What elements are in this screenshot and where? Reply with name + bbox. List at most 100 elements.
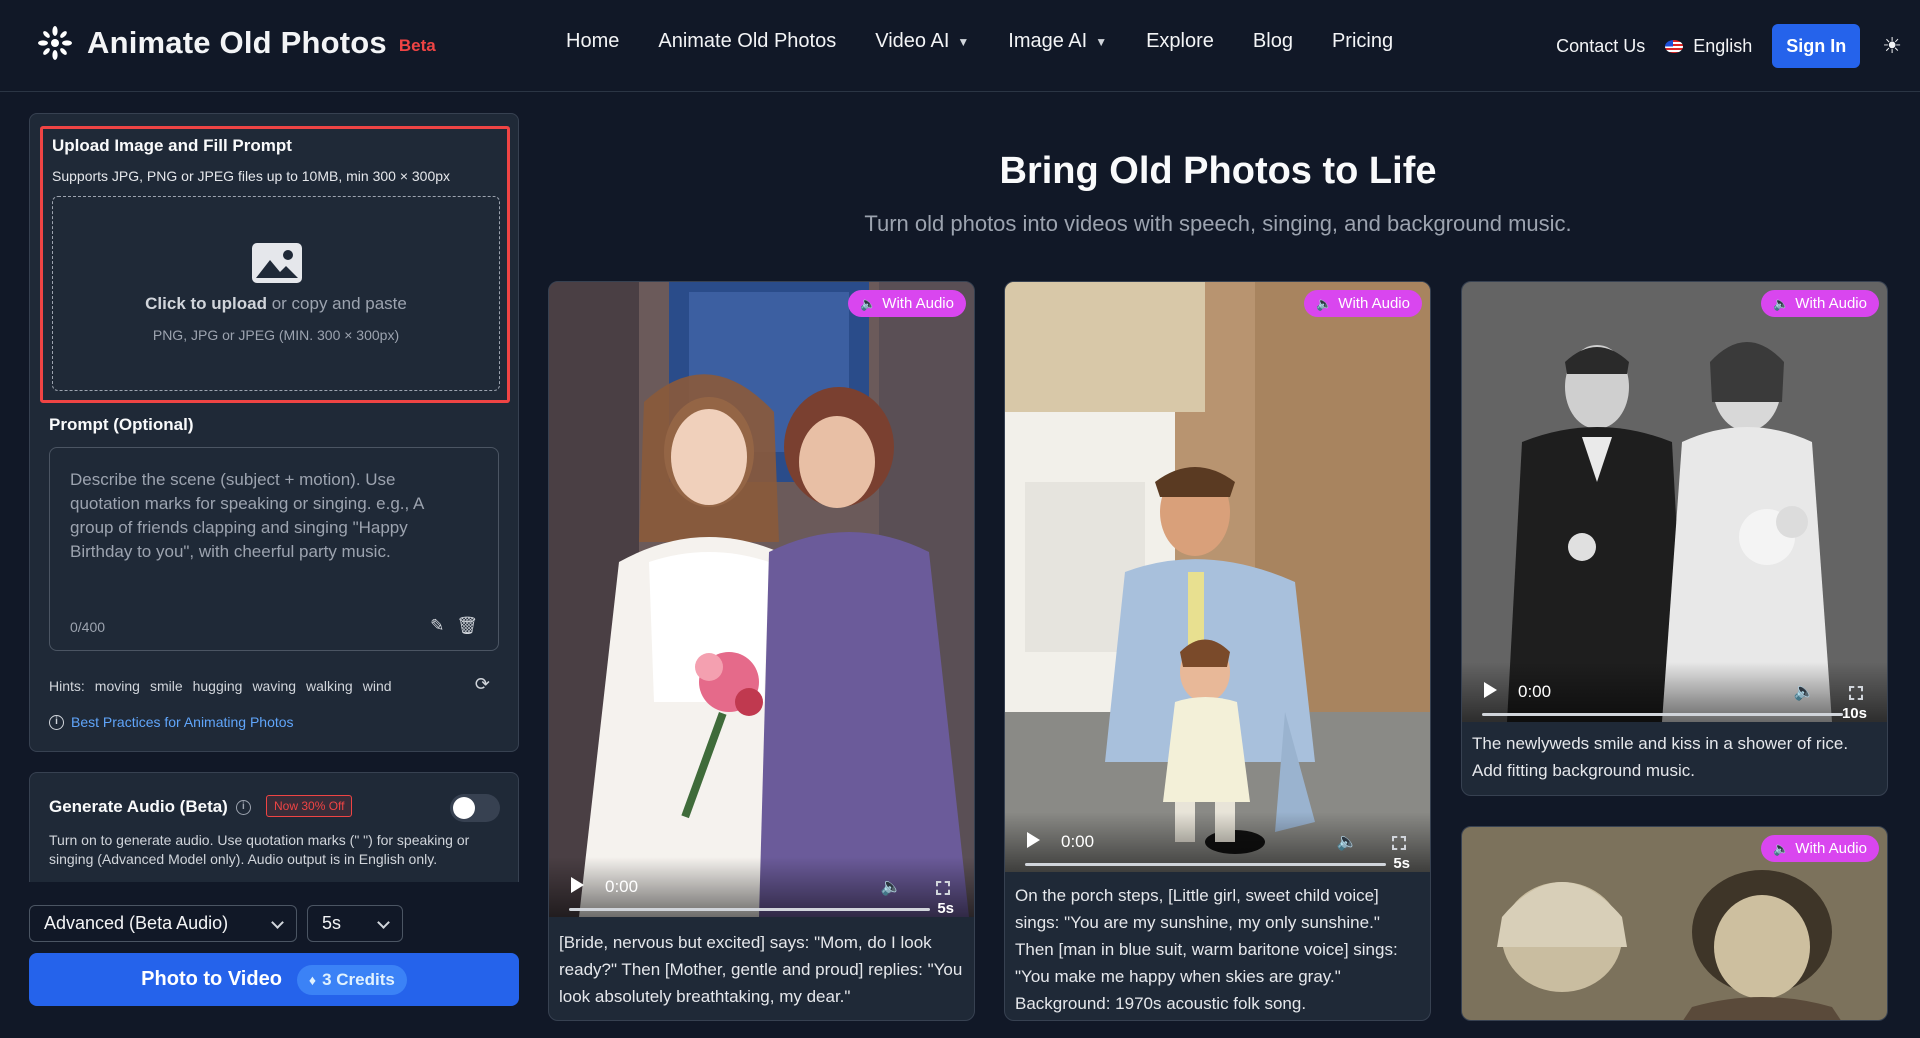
hint-chip[interactable]: smile: [150, 678, 183, 694]
with-audio-badge: 🔈 With Audio: [1304, 290, 1422, 317]
speaker-icon: 🔈: [1773, 295, 1790, 311]
upload-instruction: Click to upload or copy and paste: [53, 294, 499, 314]
play-icon[interactable]: [1484, 682, 1497, 698]
card-caption: The newlyweds smile and kiss in a shower…: [1472, 734, 1849, 780]
hint-chip[interactable]: wind: [363, 678, 392, 694]
with-audio-label: With Audio: [882, 295, 954, 312]
duration-select[interactable]: 5s: [307, 905, 403, 942]
example-card-3: 🔈 With Audio 0:00 🔈 10s The newlyweds smi…: [1461, 281, 1888, 796]
model-select-value: Advanced (Beta Audio): [44, 913, 229, 933]
video-time: 0:00: [605, 877, 639, 896]
nav-animate-old-photos[interactable]: Animate Old Photos: [658, 30, 836, 53]
prompt-hints: Hints: moving smile hugging waving walki…: [49, 678, 402, 694]
best-practices-link[interactable]: i Best Practices for Animating Photos: [49, 714, 294, 730]
play-icon[interactable]: [1027, 832, 1040, 848]
prompt-char-count: 0/400: [70, 619, 106, 635]
with-audio-label: With Audio: [1795, 295, 1867, 312]
upload-title: Upload Image and Fill Prompt: [52, 136, 292, 155]
volume-icon[interactable]: 🔈: [1794, 682, 1815, 702]
generate-audio-toggle[interactable]: [450, 794, 500, 822]
main-nav: Home Animate Old Photos Video AI ▼ Image …: [566, 30, 1432, 53]
chevron-down-icon: ▼: [957, 34, 970, 49]
image-icon: [252, 243, 302, 283]
header-actions: Contact Us English Sign In ☀: [1556, 24, 1902, 68]
refresh-hints-icon[interactable]: ⟳: [475, 674, 490, 695]
hint-chip[interactable]: moving: [95, 678, 140, 694]
nav-image-ai[interactable]: Image AI ▼: [1008, 30, 1107, 53]
volume-icon[interactable]: 🔈: [881, 877, 902, 897]
speaker-icon: 🔈: [1316, 295, 1333, 311]
video-controls: 0:00 🔈 10s: [1462, 662, 1887, 722]
fullscreen-icon[interactable]: [936, 881, 950, 895]
magic-enhance-icon[interactable]: ✎: [430, 616, 444, 636]
nav-blog[interactable]: Blog: [1253, 30, 1293, 53]
fullscreen-icon[interactable]: [1392, 836, 1406, 850]
card-caption: On the porch steps, [Little girl, sweet …: [1015, 886, 1398, 1013]
prompt-label: Prompt (Optional): [49, 415, 194, 434]
example-video-3[interactable]: 🔈 With Audio 0:00 🔈 10s: [1462, 282, 1887, 722]
sun-theme-toggle-icon[interactable]: ☀: [1882, 33, 1902, 59]
info-icon: i: [49, 714, 64, 730]
logo-text: Animate Old Photos: [87, 25, 387, 60]
example-video-4[interactable]: 🔈 With Audio: [1462, 827, 1887, 1020]
duration-select-value: 5s: [322, 913, 342, 933]
example-video-1[interactable]: 🔈 With Audio 0:00 🔈 5s: [549, 282, 974, 917]
beta-label: Beta: [398, 36, 436, 55]
video-duration: 5s: [1393, 855, 1410, 872]
speaker-icon: 🔈: [860, 295, 877, 311]
info-icon[interactable]: i: [235, 799, 251, 815]
photo-to-video-button[interactable]: Photo to Video ♦ 3 Credits: [29, 953, 519, 1006]
porch-father-daughter-photo: [1005, 282, 1430, 872]
generate-audio-label: Generate Audio (Beta): [49, 797, 228, 816]
example-video-2[interactable]: 🔈 With Audio 0:00 🔈 5s: [1005, 282, 1430, 872]
nav-video-ai-label: Video AI: [875, 30, 950, 52]
video-progress-bar[interactable]: [569, 908, 930, 911]
prompt-placeholder: Describe the scene (subject + motion). U…: [70, 470, 424, 561]
nav-video-ai[interactable]: Video AI ▼: [875, 30, 969, 53]
example-card-1: 🔈 With Audio 0:00 🔈 5s [Bride, nervous bu…: [548, 281, 975, 1021]
example-card-4: 🔈 With Audio: [1461, 826, 1888, 1021]
page-title: Bring Old Photos to Life: [999, 150, 1437, 192]
model-select[interactable]: Advanced (Beta Audio): [29, 905, 297, 942]
video-time: 0:00: [1061, 832, 1095, 851]
nav-pricing[interactable]: Pricing: [1332, 30, 1393, 53]
language-selector[interactable]: English: [1665, 36, 1752, 57]
cta-label: Photo to Video: [141, 968, 282, 990]
card-caption: [Bride, nervous but excited] says: "Mom,…: [559, 933, 963, 1006]
upload-section-highlight: Upload Image and Fill Prompt Supports JP…: [40, 126, 510, 403]
sign-in-button[interactable]: Sign In: [1772, 24, 1861, 68]
bride-and-mother-photo: [549, 282, 974, 917]
chevron-down-icon: [271, 916, 284, 929]
hints-label: Hints:: [49, 678, 85, 694]
hint-chip[interactable]: walking: [306, 678, 353, 694]
contact-link[interactable]: Contact Us: [1556, 36, 1645, 57]
language-label: English: [1693, 35, 1753, 56]
play-icon[interactable]: [571, 877, 584, 893]
video-progress-bar[interactable]: [1025, 863, 1386, 866]
chevron-down-icon: ▼: [1095, 34, 1108, 49]
fullscreen-icon[interactable]: [1849, 686, 1863, 700]
credits-badge: ♦ 3 Credits: [296, 964, 407, 995]
newlyweds-photo: [1462, 282, 1887, 722]
generate-audio-title: Generate Audio (Beta) i: [49, 797, 251, 817]
video-progress-bar[interactable]: [1482, 713, 1843, 716]
credits-label: 3 Credits: [322, 969, 395, 989]
with-audio-badge: 🔈 With Audio: [848, 290, 966, 317]
nav-home[interactable]: Home: [566, 30, 619, 53]
example-card-2: 🔈 With Audio 0:00 🔈 5s On the porch steps…: [1004, 281, 1431, 1021]
upload-panel: Upload Image and Fill Prompt Supports JP…: [29, 113, 519, 752]
upload-dropzone[interactable]: Click to upload or copy and paste PNG, J…: [52, 196, 500, 391]
upload-subtitle: Supports JPG, PNG or JPEG files up to 10…: [52, 168, 451, 184]
prompt-textarea[interactable]: Describe the scene (subject + motion). U…: [49, 447, 499, 651]
hint-chip[interactable]: hugging: [193, 678, 243, 694]
page-subtitle: Turn old photos into videos with speech,…: [864, 211, 1572, 236]
volume-icon[interactable]: 🔈: [1337, 832, 1358, 852]
top-header: Animate Old Photos Beta Home Animate Old…: [0, 0, 1920, 92]
click-to-upload-link[interactable]: Click to upload: [145, 294, 267, 313]
hint-chip[interactable]: waving: [252, 678, 296, 694]
logo[interactable]: Animate Old Photos Beta: [37, 25, 436, 61]
best-practices-label: Best Practices for Animating Photos: [71, 714, 294, 730]
trash-icon[interactable]: 🗑: [456, 616, 478, 636]
toggle-knob: [453, 797, 475, 819]
nav-explore[interactable]: Explore: [1146, 30, 1214, 53]
